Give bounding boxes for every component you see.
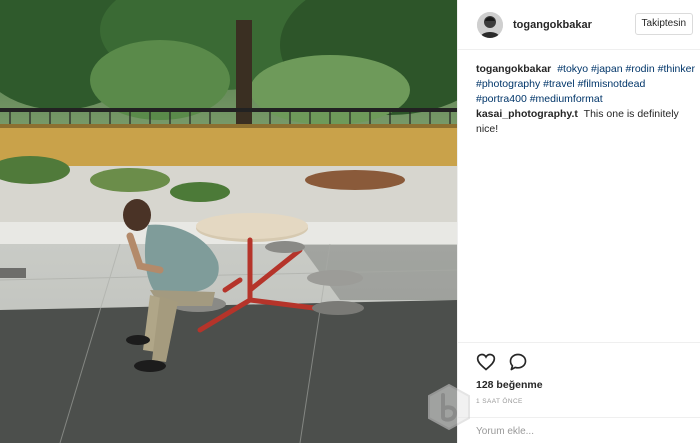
hashtag-link[interactable]: #thinker	[658, 63, 695, 75]
hashtag-link[interactable]: #travel	[543, 78, 575, 90]
comment-item: kasai_photography.t This one is definite…	[476, 107, 696, 137]
post-header: togangokbakar Takiptesin	[458, 0, 700, 50]
hashtag-link[interactable]: #photography	[476, 78, 540, 90]
hashtag-link[interactable]: #rodin	[626, 63, 655, 75]
post-side-panel: togangokbakar Takiptesin togangokbakar #…	[457, 0, 700, 443]
header-username[interactable]: togangokbakar	[513, 19, 592, 31]
caption-author[interactable]: togangokbakar	[476, 63, 551, 75]
following-button[interactable]: Takiptesin	[634, 13, 693, 35]
action-icons	[476, 350, 683, 374]
photo-image	[0, 0, 457, 443]
post-timestamp: 1 SAAT ÖNCE	[476, 398, 523, 405]
watermark-logo-icon	[425, 383, 473, 431]
post-photo[interactable]	[0, 0, 457, 443]
add-comment-input[interactable]	[476, 418, 676, 443]
like-count[interactable]: 128 beğenme	[476, 379, 683, 391]
caption: togangokbakar #tokyo #japan #rodin #thin…	[476, 62, 696, 107]
post-actions: 128 beğenme 1 SAAT ÖNCE	[458, 342, 700, 405]
hashtag-link[interactable]: #mediumformat	[530, 93, 603, 105]
comment-list: togangokbakar #tokyo #japan #rodin #thin…	[476, 62, 696, 137]
hashtag-link[interactable]: #tokyo	[557, 63, 588, 75]
hashtag-link[interactable]: #portra400	[476, 93, 527, 105]
avatar-image	[477, 11, 503, 38]
hashtag-link[interactable]: #filmisnotdead	[578, 78, 646, 90]
comment-author[interactable]: kasai_photography.t	[476, 108, 578, 120]
add-comment-bar	[458, 417, 700, 443]
comment-bubble-icon[interactable]	[508, 352, 528, 372]
avatar[interactable]	[477, 11, 503, 38]
heart-icon[interactable]	[476, 352, 496, 372]
hashtag-link[interactable]: #japan	[591, 63, 623, 75]
